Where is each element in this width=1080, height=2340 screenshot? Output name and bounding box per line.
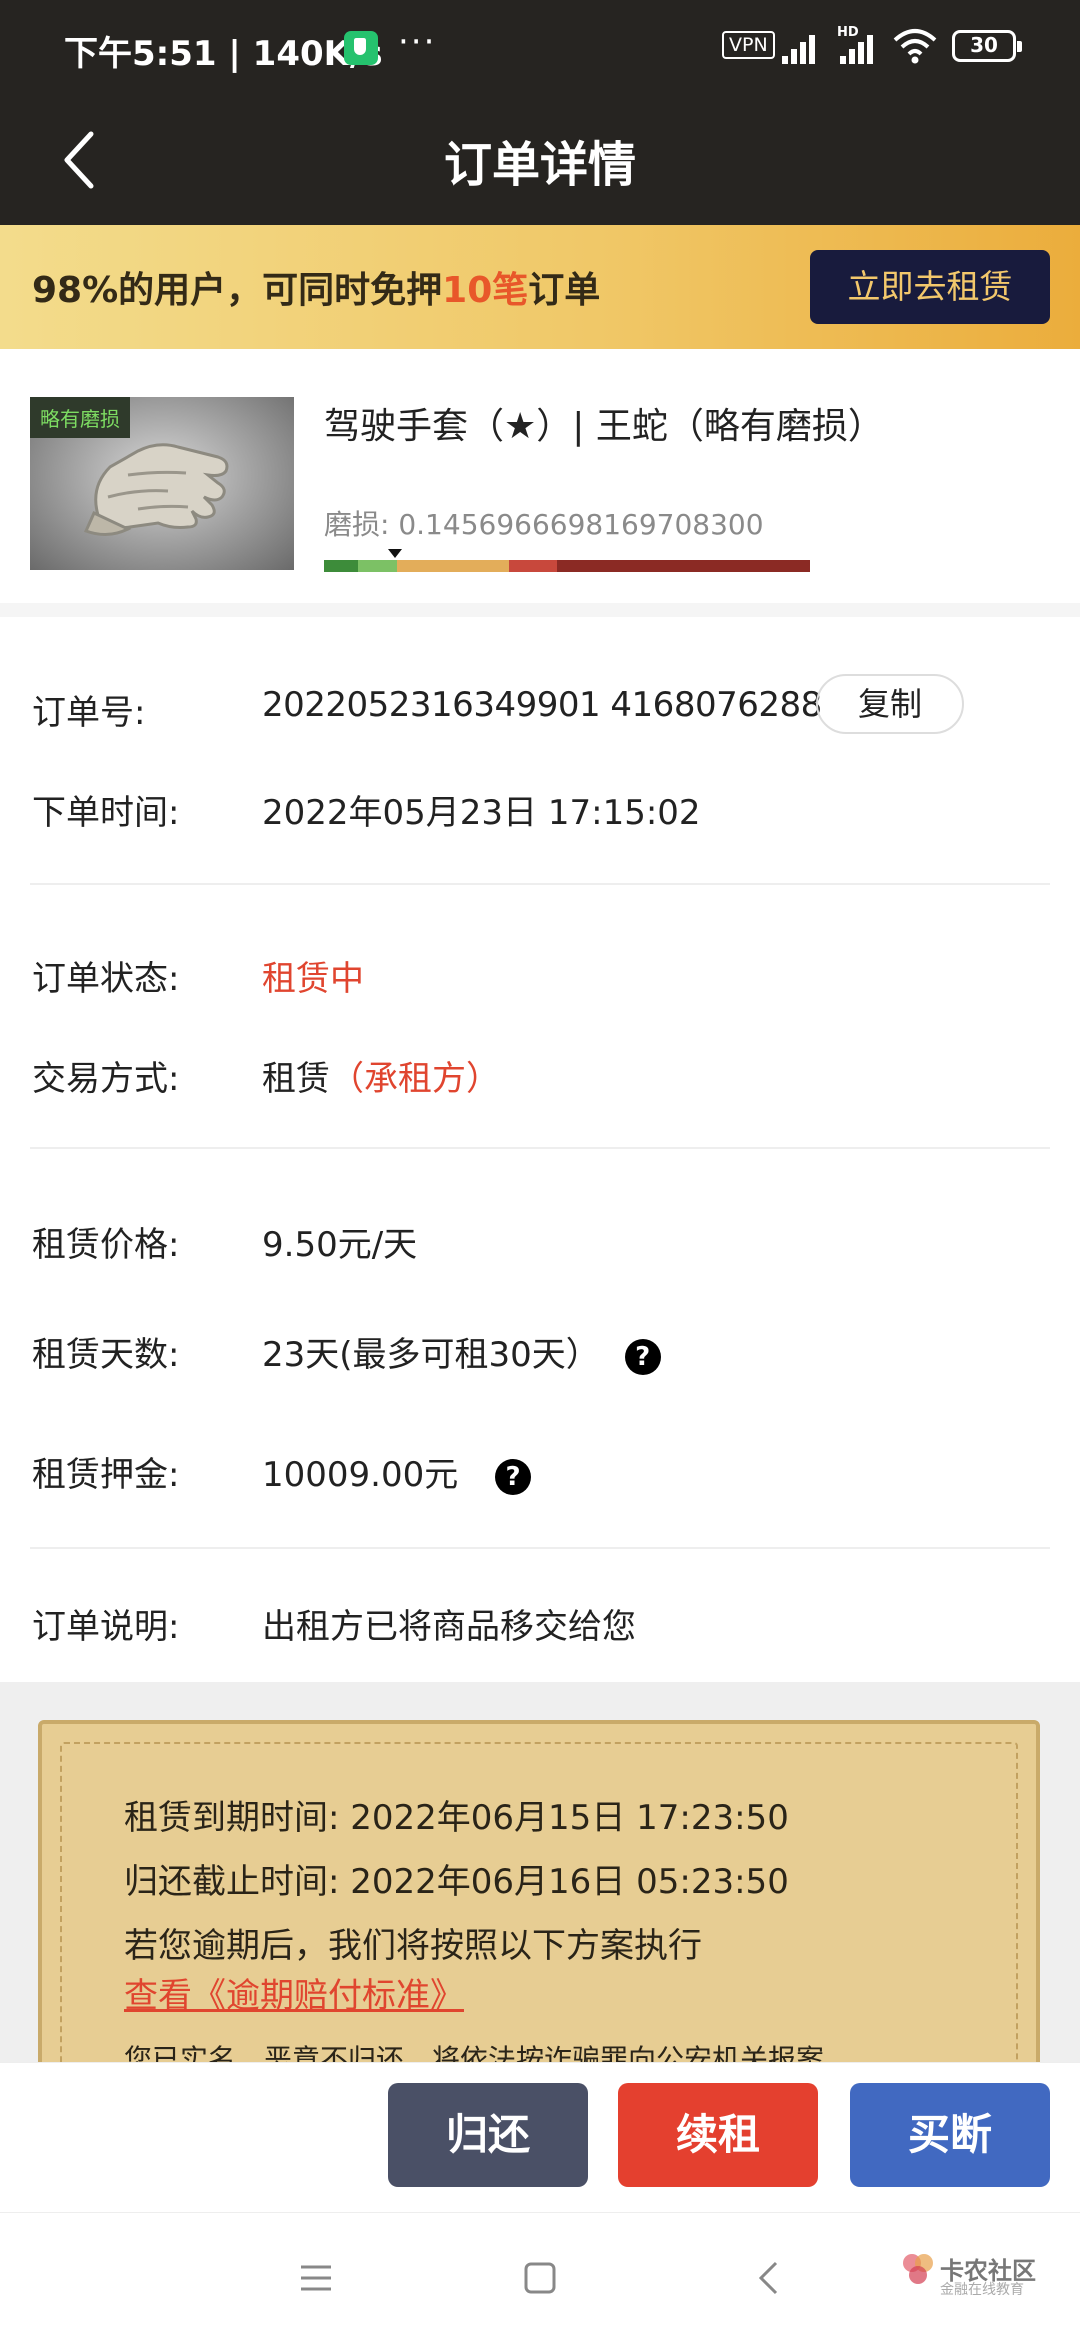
- expire-time: 租赁到期时间: 2022年06月15日 17:23:50: [124, 1798, 789, 1838]
- rent-now-button[interactable]: 立即去租赁: [810, 250, 1050, 324]
- trade-role: （承租方）: [330, 1059, 500, 1099]
- rent-days-label: 租赁天数:: [32, 1335, 180, 1375]
- rent-price-value: 9.50元/天: [262, 1225, 418, 1265]
- wear-scale-segment: [508, 560, 558, 572]
- deposit-value: 10009.00元 ?: [262, 1447, 532, 1496]
- product-image: 略有磨损: [30, 397, 294, 570]
- wear-tag: 略有磨损: [30, 397, 130, 438]
- promo-banner: 98%的用户，可同时免押10笔订单 立即去租赁: [0, 225, 1080, 349]
- wear-value: 磨损: 0.1456966698169708300: [324, 508, 764, 541]
- return-deadline: 归还截止时间: 2022年06月16日 05:23:50: [124, 1862, 789, 1902]
- order-time-value: 2022年05月23日 17:15:02: [262, 793, 701, 833]
- signal-icon: [782, 30, 826, 64]
- legal-warning: 您已实名，恶意不归还，将依法按诈骗罪向公安机关报案: [124, 2043, 825, 2062]
- glove-icon: [83, 443, 229, 536]
- overdue-text: 若您逾期后，我们将按照以下方案执行: [124, 1926, 702, 1966]
- home-nav-button[interactable]: [510, 2253, 570, 2303]
- divider: [30, 883, 1050, 885]
- order-number-label: 订单号:: [32, 693, 146, 733]
- wifi-icon: [893, 29, 937, 64]
- wear-scale-segment: [324, 560, 359, 572]
- buyout-button[interactable]: 买断: [850, 2083, 1050, 2187]
- menu-nav-button[interactable]: [286, 2253, 346, 2303]
- vpn-badge: VPN: [722, 31, 775, 59]
- status-bar: 下午5:51 | 140K/s ··· VPN HD 30: [0, 0, 1080, 95]
- help-icon[interactable]: ?: [624, 1338, 661, 1375]
- notice-scroll-card: 租赁到期时间: 2022年06月15日 17:23:50 归还截止时间: 202…: [38, 1720, 1040, 2062]
- product-card[interactable]: 略有磨损 驾驶手套（★）| 王蛇（略有磨损） 磨损: 0.14569666981…: [0, 349, 1080, 603]
- status-time: 下午5:51 | 140K/s: [64, 34, 383, 74]
- wear-marker: [388, 549, 402, 558]
- return-button[interactable]: 归还: [388, 2083, 588, 2187]
- order-details: 订单号: 2022052316349901 4168076288 复制 下单时间…: [0, 617, 1080, 1682]
- chevron-left-icon: [758, 2261, 778, 2295]
- promo-highlight: 10笔: [442, 270, 529, 311]
- back-nav-button[interactable]: [738, 2253, 798, 2303]
- copy-button[interactable]: 复制: [816, 674, 964, 734]
- shield-app-icon: [344, 31, 378, 65]
- overdue-standard-link[interactable]: 查看《逾期赔付标准》: [124, 1968, 464, 2017]
- rent-price-label: 租赁价格:: [32, 1225, 180, 1265]
- watermark-icon: [903, 2254, 933, 2284]
- menu-icon: [301, 2265, 331, 2291]
- home-square-icon: [524, 2262, 556, 2294]
- divider: [30, 1547, 1050, 1549]
- action-bar: 归还 续租 买断: [0, 2062, 1080, 2212]
- top-app-bar: 订单详情: [0, 95, 1080, 225]
- watermark-logo: 卡农社区 金融在线教育: [900, 2251, 1040, 2301]
- more-notifications-icon: ···: [398, 22, 437, 62]
- page-title: 订单详情: [443, 137, 636, 193]
- notice-section: 租赁到期时间: 2022年06月15日 17:23:50 归还截止时间: 202…: [0, 1682, 1080, 2062]
- wear-scale-bar: [324, 560, 810, 572]
- order-number-value: 2022052316349901 4168076288: [262, 685, 822, 725]
- wear-scale-segment: [396, 560, 509, 572]
- deposit-label: 租赁押金:: [32, 1455, 180, 1495]
- product-name: 驾驶手套（★）| 王蛇（略有磨损）: [324, 406, 884, 447]
- order-status-value: 租赁中: [262, 959, 364, 999]
- order-time-label: 下单时间:: [32, 793, 180, 833]
- wear-scale-segment: [557, 560, 810, 572]
- trade-method-value: 租赁（承租方）: [262, 1059, 500, 1099]
- help-icon[interactable]: ?: [495, 1458, 532, 1495]
- battery-icon: 30: [952, 30, 1022, 62]
- promo-text: 98%的用户，可同时免押10笔订单: [32, 270, 601, 311]
- wear-scale-segment: [358, 560, 397, 572]
- system-nav-bar: 卡农社区 金融在线教育: [0, 2212, 1080, 2340]
- trade-method-label: 交易方式:: [32, 1059, 180, 1099]
- signal-hd-icon: [840, 30, 884, 64]
- order-note-label: 订单说明:: [32, 1607, 180, 1647]
- order-note-value: 出租方已将商品移交给您: [262, 1607, 636, 1647]
- divider: [30, 1147, 1050, 1149]
- rent-days-value: 23天(最多可租30天） ?: [262, 1327, 661, 1376]
- order-status-label: 订单状态:: [32, 959, 180, 999]
- renew-button[interactable]: 续租: [618, 2083, 818, 2187]
